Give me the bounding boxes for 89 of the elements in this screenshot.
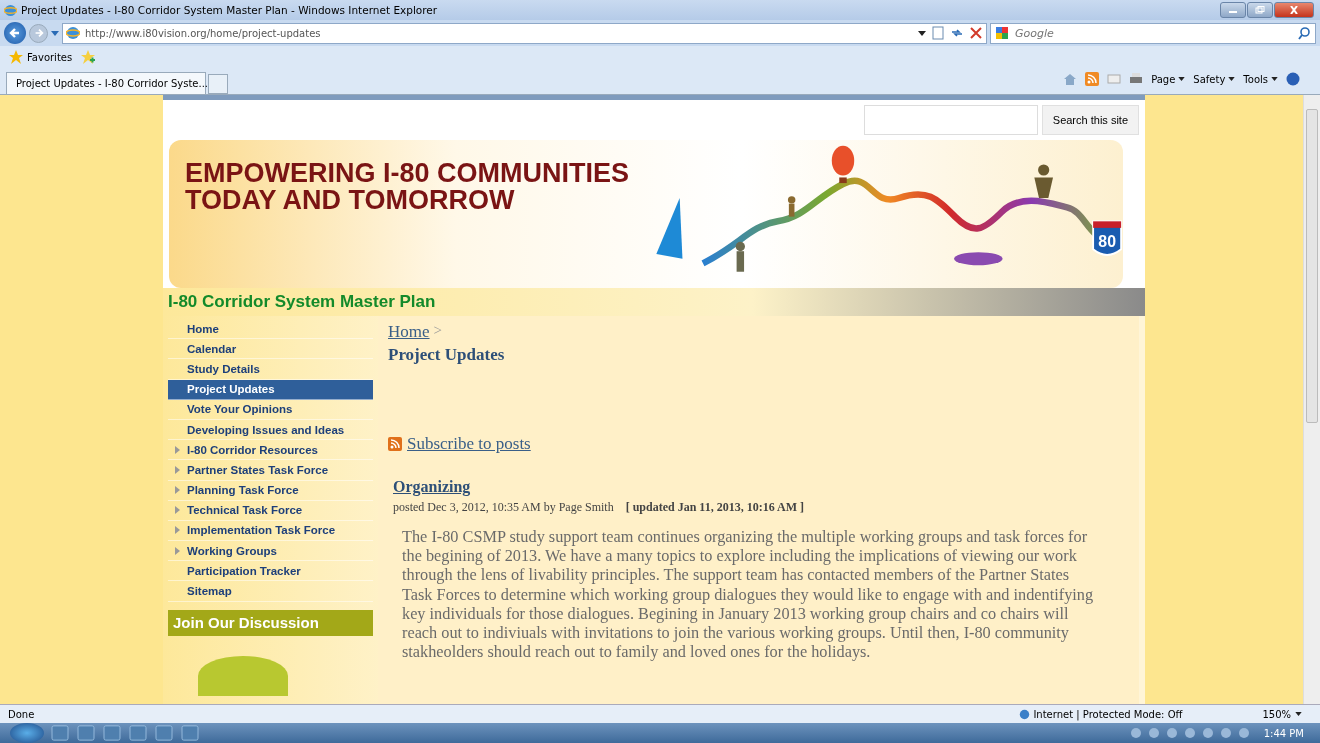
back-button[interactable] <box>4 22 26 44</box>
taskbar-app-icon[interactable] <box>180 725 200 741</box>
sidebar-item[interactable]: Developing Issues and Ideas <box>168 419 373 441</box>
add-favorite-icon[interactable] <box>80 49 97 65</box>
caret-icon <box>1178 77 1186 81</box>
sidebar-item[interactable]: Project Updates <box>168 379 373 400</box>
forward-button[interactable] <box>29 23 48 43</box>
caret-icon <box>1295 712 1302 716</box>
taskbar-app-icon[interactable] <box>154 725 174 741</box>
security-zone: Internet | Protected Mode: Off <box>1033 708 1183 720</box>
tray-icon[interactable] <box>1165 727 1178 739</box>
breadcrumb-link[interactable]: Home <box>388 322 430 342</box>
sidebar-item[interactable]: Working Groups <box>168 541 373 562</box>
squares-icon <box>995 26 1009 40</box>
command-menu[interactable]: Page <box>1151 73 1186 85</box>
search-icon[interactable] <box>1297 26 1311 40</box>
tray-icon[interactable] <box>1129 727 1142 739</box>
tray-icon[interactable] <box>1147 727 1160 739</box>
minimize-button[interactable] <box>1220 2 1246 18</box>
search-field[interactable]: Google <box>990 22 1316 44</box>
triangle-icon <box>175 445 180 454</box>
page-icon[interactable] <box>931 26 945 40</box>
globe-icon <box>1019 708 1031 720</box>
sidebar-item[interactable]: Study Details <box>168 359 373 380</box>
start-button[interactable] <box>10 723 44 743</box>
sidebar-item[interactable]: Home <box>168 319 373 340</box>
scrollbar[interactable] <box>1303 95 1320 704</box>
triangle-icon <box>175 506 180 515</box>
sidebar-item[interactable]: Calendar <box>168 339 373 360</box>
zoom-button[interactable]: 150% <box>1262 708 1302 720</box>
address-field[interactable]: http://www.i80vision.org/home/project-updates <box>62 22 987 44</box>
site-title: I-80 Corridor System Master Plan <box>168 292 436 312</box>
sidebar-item[interactable]: Participation Tracker <box>168 561 373 582</box>
shield-label: 80 <box>1098 233 1116 251</box>
stop-icon[interactable] <box>969 26 983 40</box>
new-tab-button[interactable] <box>208 74 228 94</box>
taskbar-app-icon[interactable] <box>50 725 70 741</box>
triangle-icon <box>175 465 180 474</box>
status-text: Done <box>8 708 35 720</box>
taskbar-app-icon[interactable] <box>76 725 96 741</box>
triangle-icon <box>175 486 180 495</box>
command-menu[interactable]: Tools <box>1243 73 1278 85</box>
discussion-heading: Join Our Discussion <box>168 609 373 636</box>
caret-icon <box>1228 77 1236 81</box>
caret-icon <box>1271 77 1278 81</box>
sidebar-item[interactable]: Sitemap <box>168 581 373 602</box>
page-title: Project Updates <box>388 345 505 365</box>
close-icon <box>1289 6 1299 14</box>
window-title: Project Updates - I-80 Corridor System Master Plan - Windows Internet Explorer <box>21 4 438 16</box>
tray-icon[interactable] <box>1237 727 1250 739</box>
command-menu[interactable]: Safety <box>1193 73 1236 85</box>
taskbar-app-icon[interactable] <box>128 725 148 741</box>
post-body: The I-80 CSMP study support team continues organizing the multiple working groups and task forces for the begining of 2013. We have a many topics to explore including the implications of viewing our work through the lens of livability principles. The support team has contacted members of the Partner States Task Forces to determine which working group dialogues they would like to engage with and indentifying key individuals for those dialogues. Begining in January 2013 working group chairs and co chairs will reach out to indiviuals with invitations to join the various working groups. Until then, I-80 community stakheolders should reach out to family and loved ones for the holidays. <box>402 527 1095 662</box>
post-title-link[interactable]: Organizing <box>393 478 471 496</box>
sidebar-item[interactable]: Vote Your Opinions <box>168 399 373 420</box>
subscribe-link[interactable]: Subscribe to posts <box>407 434 531 454</box>
banner-headline: TODAY AND TOMORROW <box>185 187 516 214</box>
browser-tab[interactable]: Project Updates - I-80 Corridor Syste... <box>6 72 206 94</box>
tray-icon[interactable] <box>1183 727 1196 739</box>
globe-icon <box>4 3 17 17</box>
search-button[interactable]: Search this site <box>1041 105 1139 135</box>
arrow-left-icon <box>8 26 22 40</box>
restore-button[interactable] <box>1247 2 1273 18</box>
triangle-icon <box>175 546 180 555</box>
sidebar-item[interactable]: Partner States Task Force <box>168 460 373 481</box>
post-updated: [ updated Jan 11, 2013, 10:16 AM ] <box>625 500 805 515</box>
tray-icon[interactable] <box>1219 727 1232 739</box>
star-icon <box>8 49 24 65</box>
feed-icon[interactable] <box>1085 72 1100 86</box>
post-meta: posted Dec 3, 2012, 10:35 AM by Page Smith <box>393 500 614 515</box>
sidebar-item[interactable]: Technical Task Force <box>168 500 373 521</box>
globe-icon <box>66 26 80 40</box>
caret-icon[interactable] <box>918 30 926 36</box>
banner-headline: EMPOWERING I-80 COMMUNITIES <box>185 160 630 187</box>
clock: 1:44 PM <box>1263 727 1304 739</box>
print-icon[interactable] <box>1129 72 1144 86</box>
feed-icon <box>388 437 402 451</box>
sidebar-item[interactable]: Implementation Task Force <box>168 520 373 542</box>
home-icon[interactable] <box>1063 72 1078 86</box>
breadcrumb-separator: > <box>433 322 442 340</box>
sidebar-item[interactable]: I-80 Corridor Resources <box>168 440 373 461</box>
sidebar-item[interactable]: Planning Task Force <box>168 480 373 501</box>
favorites-button[interactable]: Favorites <box>8 49 73 65</box>
site-search-field[interactable] <box>863 105 1038 135</box>
close-button[interactable] <box>1274 2 1314 18</box>
triangle-icon <box>175 526 180 535</box>
tray-icon[interactable] <box>1201 727 1214 739</box>
restore-icon <box>1255 6 1265 14</box>
taskbar-app-icon[interactable] <box>102 725 122 741</box>
